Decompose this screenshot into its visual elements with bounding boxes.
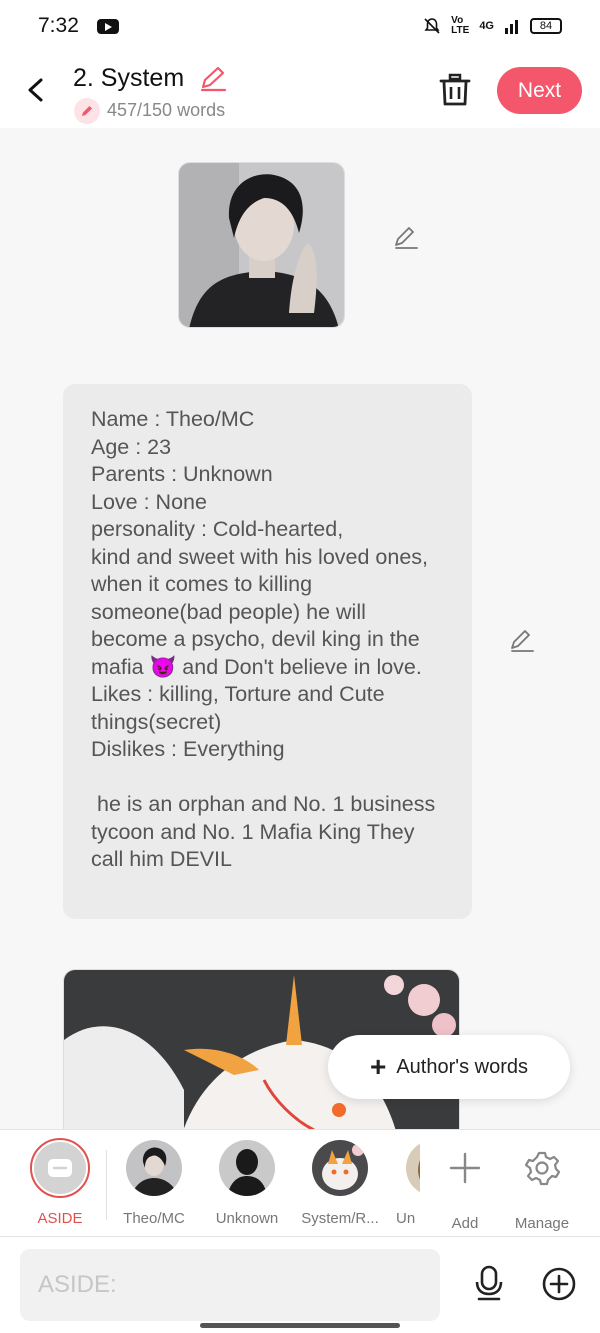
word-count: 457/150 words <box>107 100 226 120</box>
home-indicator[interactable] <box>200 1323 400 1328</box>
network-type: 4G <box>479 20 494 32</box>
input-area <box>0 1237 600 1333</box>
character-bar: ASIDE Theo/MC Unknown System/R... Un Add <box>0 1129 600 1237</box>
authors-words-button[interactable]: + Author's words <box>328 1035 570 1099</box>
next-button[interactable]: Next <box>497 67 582 114</box>
manage-label: Manage <box>514 1215 570 1232</box>
pencil-icon <box>74 98 100 124</box>
edit-title-icon[interactable] <box>198 65 228 93</box>
plus-icon <box>449 1152 481 1184</box>
character-portrait-image <box>179 163 344 327</box>
status-icons: Vo LTE 4G 84 <box>423 16 562 36</box>
plus-icon: + <box>369 1051 387 1082</box>
chapter-content[interactable]: Name : Theo/MC Age : 23 Parents : Unknow… <box>0 128 600 1129</box>
edit-icon[interactable] <box>393 226 419 250</box>
status-bar: 7:32 Vo LTE 4G 84 <box>0 0 600 52</box>
mute-bell-icon <box>424 18 440 34</box>
back-arrow-icon[interactable] <box>22 72 52 108</box>
volte-icon: Vo LTE <box>451 15 470 36</box>
chat-bubble-icon <box>48 1159 72 1177</box>
edit-icon[interactable] <box>509 629 535 653</box>
youtube-notification-icon <box>96 18 119 34</box>
trash-icon[interactable] <box>438 72 472 108</box>
header: 2. System 457/150 words Next <box>0 52 600 128</box>
character-partial[interactable]: Un <box>380 1140 420 1227</box>
system-avatar <box>312 1140 368 1196</box>
character-system[interactable]: System/R... <box>295 1140 385 1227</box>
theo-avatar <box>126 1140 182 1196</box>
character-unknown[interactable]: Unknown <box>202 1140 292 1227</box>
partial-avatar <box>406 1140 420 1196</box>
divider <box>106 1150 107 1220</box>
character-description[interactable]: Name : Theo/MC Age : 23 Parents : Unknow… <box>63 384 472 919</box>
character-label: System/R... <box>301 1210 379 1227</box>
battery-icon: 84 <box>530 18 562 34</box>
manage-characters-button[interactable]: Manage <box>497 1140 587 1232</box>
authors-words-label: Author's words <box>396 1055 528 1078</box>
character-aside[interactable]: ASIDE <box>15 1138 105 1227</box>
character-image[interactable] <box>178 162 345 328</box>
microphone-icon[interactable] <box>472 1265 506 1301</box>
unknown-avatar <box>219 1140 275 1196</box>
gear-icon <box>524 1151 561 1186</box>
status-time: 7:32 <box>38 14 79 37</box>
character-label: Theo/MC <box>123 1210 185 1227</box>
aside-input[interactable] <box>20 1249 440 1321</box>
character-theo[interactable]: Theo/MC <box>109 1140 199 1227</box>
add-circle-icon[interactable] <box>542 1267 576 1301</box>
character-label: Unknown <box>215 1210 279 1227</box>
chapter-title[interactable]: 2. System <box>73 64 184 93</box>
aside-avatar <box>30 1138 90 1198</box>
character-label: ASIDE <box>37 1210 83 1227</box>
signal-icon <box>505 20 518 34</box>
character-label: Un <box>396 1210 416 1227</box>
